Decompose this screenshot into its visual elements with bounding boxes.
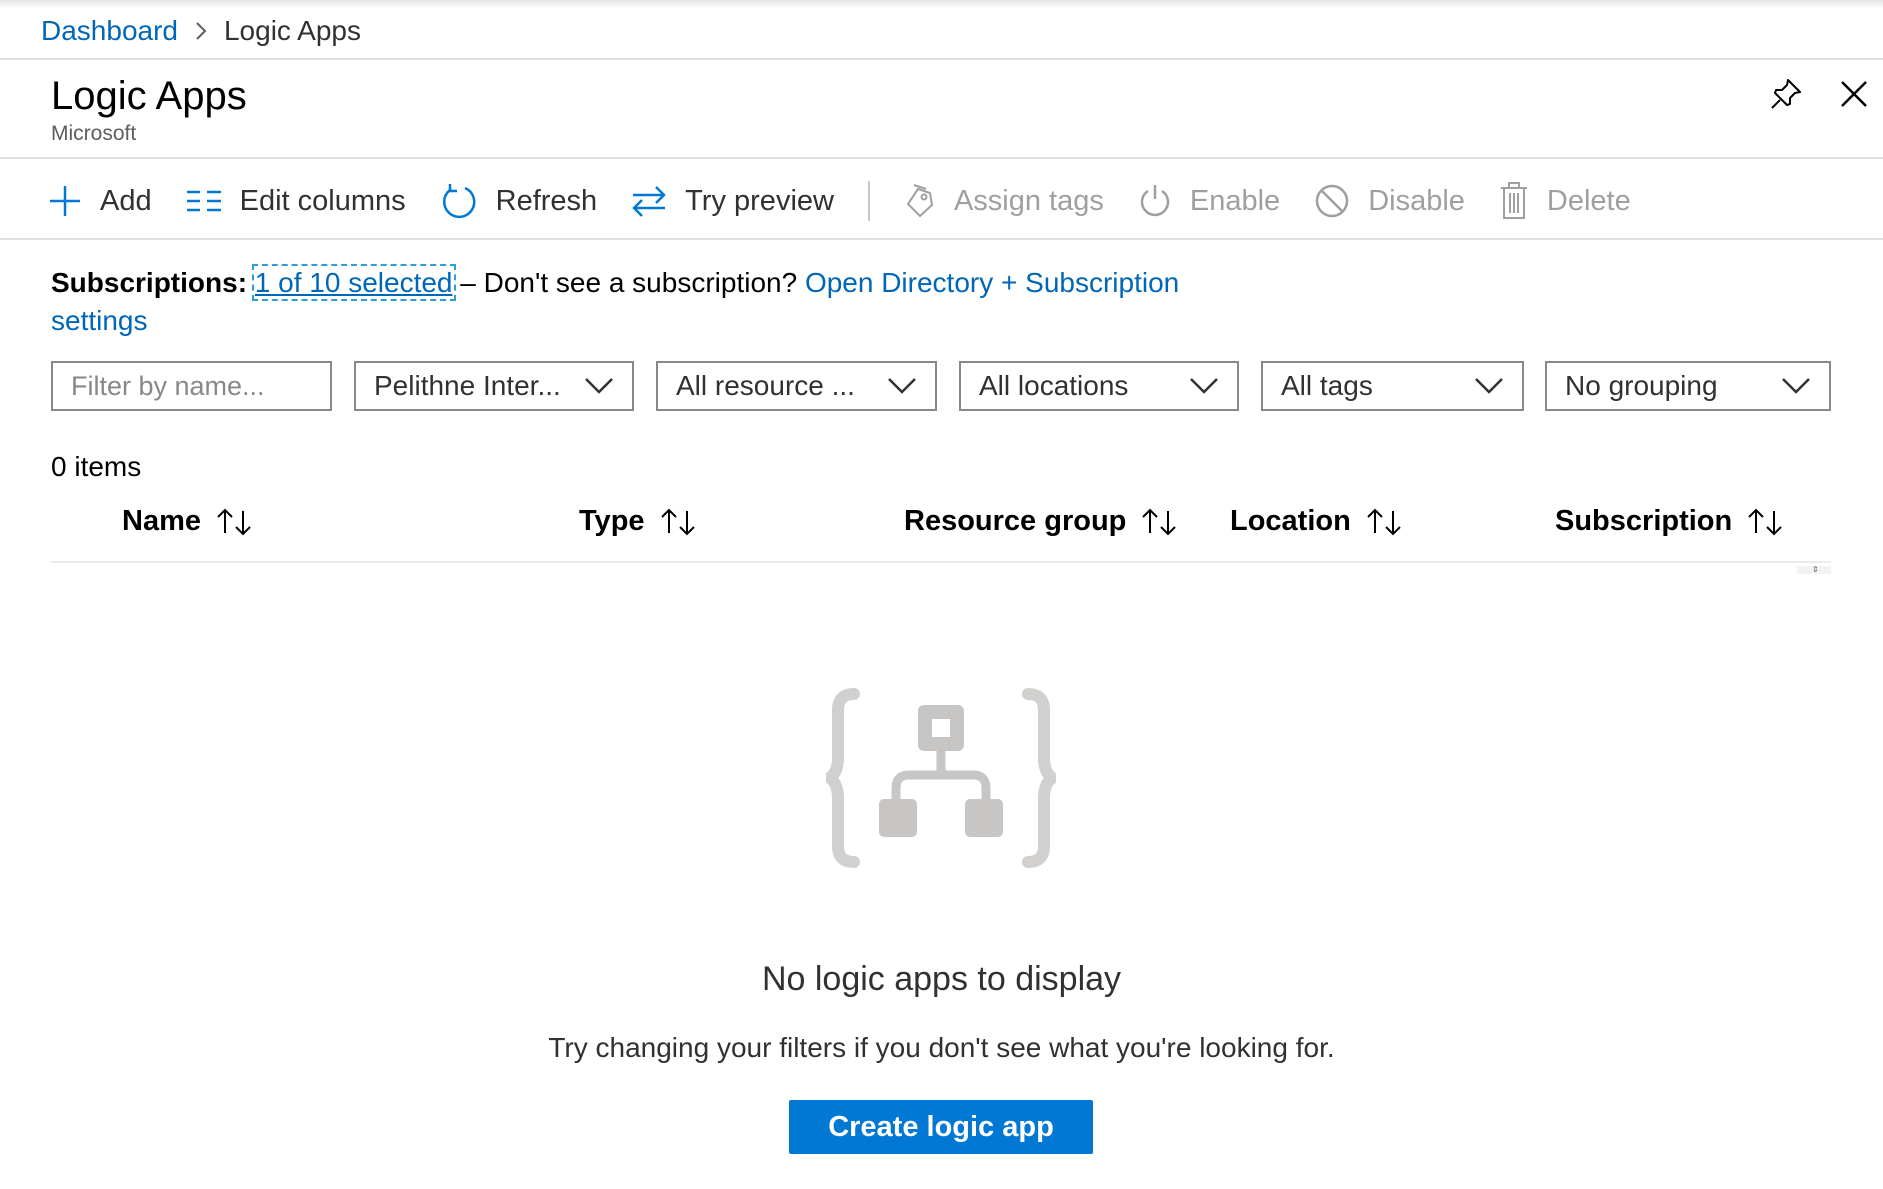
- scroll-resize-handle[interactable]: ⇕: [1797, 566, 1831, 574]
- sort-icon: [1748, 508, 1782, 535]
- subscription-dropdown-value: Pelithne Inter...: [374, 370, 561, 401]
- sort-icon: [660, 508, 695, 535]
- top-shadow: [0, 0, 1883, 8]
- breadcrumb-dashboard-link[interactable]: Dashboard: [41, 15, 178, 47]
- page-title: Logic Apps: [51, 74, 247, 118]
- column-header-label: Resource group: [904, 505, 1127, 537]
- delete-label: Delete: [1546, 184, 1631, 217]
- header-divider: [0, 157, 1883, 159]
- toolbar: Add Edit columns Refresh Try preview Ass…: [48, 178, 1665, 224]
- edit-columns-button[interactable]: Edit columns: [186, 178, 406, 224]
- column-header-label: Type: [579, 505, 645, 537]
- delete-button[interactable]: Delete: [1499, 178, 1631, 224]
- refresh-label: Refresh: [495, 184, 598, 217]
- enable-label: Enable: [1189, 184, 1281, 217]
- subscriptions-label: Subscriptions:: [51, 267, 248, 298]
- add-button[interactable]: Add: [48, 178, 152, 224]
- disable-button[interactable]: Disable: [1314, 178, 1465, 224]
- disable-icon: [1315, 184, 1349, 218]
- assign-tags-button[interactable]: Assign tags: [904, 178, 1104, 224]
- column-header-name[interactable]: Name: [122, 505, 255, 538]
- try-preview-button[interactable]: Try preview: [631, 178, 834, 224]
- refresh-icon: [442, 184, 476, 219]
- empty-state-subtitle: Try changing your filters if you don't s…: [548, 1032, 1335, 1063]
- disable-label: Disable: [1368, 184, 1465, 217]
- chevron-down-icon: [1782, 378, 1810, 394]
- subscriptions-selected-link[interactable]: 1 of 10 selected: [251, 264, 456, 301]
- swap-arrows-icon: [632, 186, 666, 217]
- assign-tags-label: Assign tags: [953, 184, 1104, 217]
- grouping-dropdown-value: No grouping: [1565, 370, 1718, 401]
- column-header-location[interactable]: Location: [1230, 505, 1405, 538]
- table-header-divider: [51, 561, 1831, 563]
- sort-icon: [1142, 508, 1177, 535]
- add-label: Add: [100, 184, 152, 217]
- plus-icon: [50, 186, 80, 216]
- locations-dropdown[interactable]: All locations: [959, 361, 1239, 411]
- chevron-down-icon: [585, 378, 613, 394]
- column-header-label: Location: [1230, 505, 1351, 537]
- power-icon: [1140, 185, 1170, 217]
- refresh-button[interactable]: Refresh: [440, 178, 598, 224]
- grouping-dropdown[interactable]: No grouping: [1545, 361, 1831, 411]
- column-header-type[interactable]: Type: [579, 505, 699, 538]
- columns-icon: [186, 190, 221, 212]
- create-logic-app-button[interactable]: Create logic app: [789, 1100, 1093, 1154]
- subscription-dropdown[interactable]: Pelithne Inter...: [354, 361, 634, 411]
- tags-dropdown-value: All tags: [1281, 370, 1373, 401]
- resource-group-dropdown-value: All resource ...: [676, 370, 855, 401]
- breadcrumb-divider: [0, 58, 1883, 60]
- sort-icon: [1367, 508, 1401, 535]
- breadcrumb-current: Logic Apps: [223, 15, 361, 46]
- chevron-down-icon: [1475, 378, 1503, 394]
- empty-state-title: No logic apps to display: [761, 960, 1122, 998]
- edit-columns-label: Edit columns: [239, 184, 406, 217]
- sort-icon: [217, 508, 251, 535]
- breadcrumb: Dashboard Logic Apps: [41, 14, 361, 48]
- resource-group-dropdown[interactable]: All resource ...: [656, 361, 937, 411]
- chevron-down-icon: [888, 378, 916, 394]
- tags-dropdown[interactable]: All tags: [1261, 361, 1524, 411]
- column-header-label: Subscription: [1555, 505, 1733, 537]
- logic-app-icon: [820, 688, 1062, 873]
- subscriptions-prompt: – Don't see a subscription?: [452, 267, 805, 298]
- trash-icon: [1500, 182, 1527, 219]
- toolbar-divider: [0, 238, 1883, 240]
- item-count: 0 items: [51, 451, 142, 482]
- filter-by-name-input[interactable]: Filter by name...: [51, 361, 332, 411]
- chevron-right-icon: [194, 20, 208, 42]
- tag-icon: [906, 184, 934, 218]
- column-header-subscription[interactable]: Subscription: [1555, 505, 1786, 538]
- page-subtitle: Microsoft: [51, 122, 137, 145]
- column-header-label: Name: [122, 505, 201, 537]
- column-header-resource-group[interactable]: Resource group: [904, 505, 1180, 538]
- locations-dropdown-value: All locations: [979, 370, 1129, 401]
- close-icon[interactable]: [1836, 76, 1872, 112]
- pin-icon[interactable]: [1768, 76, 1804, 112]
- try-preview-label: Try preview: [685, 184, 834, 217]
- enable-button[interactable]: Enable: [1138, 178, 1280, 224]
- subscriptions-bar: Subscriptions: 1 of 10 selected – Don't …: [51, 264, 1251, 340]
- toolbar-separator: [867, 181, 870, 221]
- chevron-down-icon: [1190, 378, 1218, 394]
